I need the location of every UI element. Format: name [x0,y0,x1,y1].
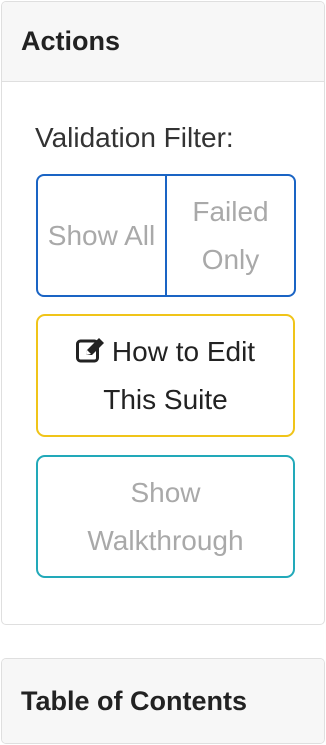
validation-filter-label: Validation Filter: [35,122,234,153]
failed-only-label: Failed Only [192,195,269,275]
actions-title: Actions [21,26,121,56]
toc-card-header: Table of Contents [2,659,324,743]
failed-only-button[interactable]: Failed Only [167,174,296,297]
show-all-label: Show All [47,219,156,251]
validation-filter-button-group: Show All Failed Only [36,174,296,297]
toc-title: Table of Contents [21,685,247,716]
actions-card-header: Actions [2,2,324,82]
how-to-edit-label: How to Edit This Suite [103,335,256,415]
edit-icon [75,330,106,362]
show-walkthrough-button[interactable]: Show Walkthrough [36,455,295,578]
show-all-button[interactable]: Show All [36,174,167,297]
how-to-edit-button[interactable]: How to Edit This Suite [36,314,295,437]
actions-card: Actions Validation Filter: Show All Fail… [1,1,325,625]
table-of-contents-card: Table of Contents [1,658,325,744]
show-walkthrough-label: Show Walkthrough [87,476,244,556]
